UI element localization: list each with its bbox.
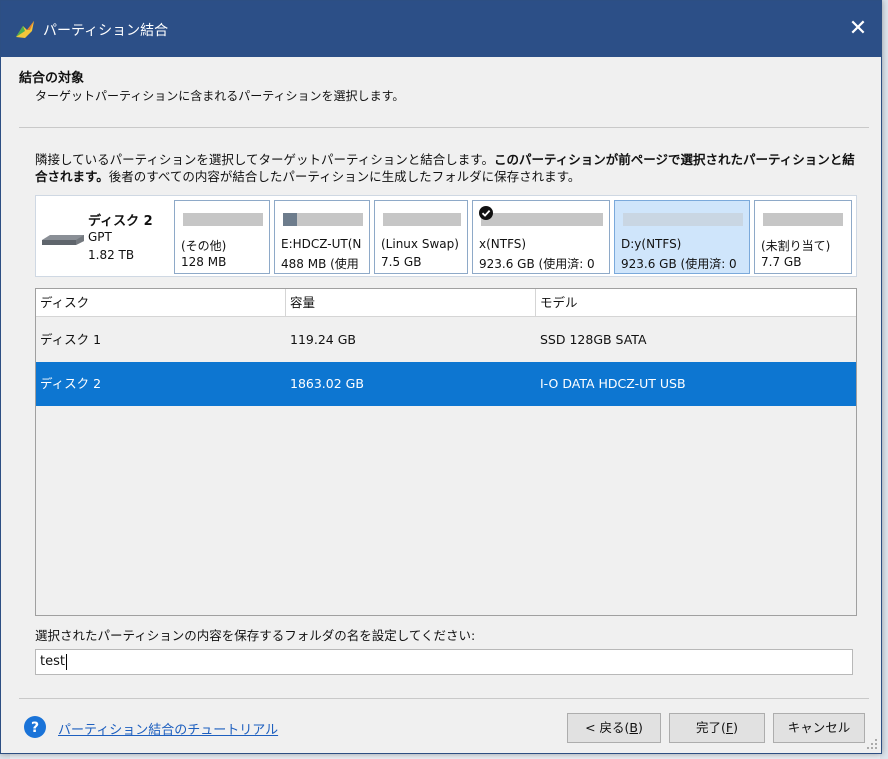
disk-map: ディスク 2 GPT 1.82 TB (その他) 128 MB E:HDCZ-U… <box>35 195 857 277</box>
cell-disk: ディスク 2 <box>40 376 102 391</box>
column-header-disk[interactable]: ディスク <box>36 289 286 316</box>
back-button-label-end: ) <box>638 720 643 735</box>
back-button-label: < 戻る( <box>585 720 630 735</box>
partition-label: D:y(NTFS) <box>621 237 682 251</box>
column-header-model[interactable]: モデル <box>536 289 856 316</box>
close-button[interactable]: ✕ <box>845 15 871 43</box>
partition-label: (未割り当て) <box>761 239 831 253</box>
usage-bar <box>481 213 603 226</box>
checkmark-icon <box>479 206 493 220</box>
back-button-accel: B <box>629 720 638 735</box>
partition-block[interactable]: x(NTFS) 923.6 GB (使用済: 0 <box>472 200 610 274</box>
hard-disk-icon <box>42 235 84 245</box>
finish-button-label: 完了( <box>696 720 726 735</box>
merge-partition-dialog: パーティション結合 ✕ 結合の対象 ターゲットパーティションに含まれるパーティシ… <box>0 0 882 754</box>
partition-detail: 128 MB <box>181 255 227 269</box>
window-title: パーティション結合 <box>43 23 169 39</box>
partition-block[interactable]: (その他) 128 MB <box>174 200 270 274</box>
instruction-part2: 後者のすべての内容が結合したパーティションに生成したフォルダに保存されます。 <box>108 169 581 184</box>
partition-detail: 923.6 GB (使用済: 0 <box>479 257 595 271</box>
cell-model: SSD 128GB SATA <box>540 332 647 347</box>
title-bar[interactable]: パーティション結合 ✕ <box>1 1 881 57</box>
text-caret <box>65 653 67 670</box>
finish-button-accel: F <box>725 720 734 735</box>
instruction-part1: 隣接しているパーティションを選択してターゲットパーティションと結合します。 <box>35 152 495 167</box>
help-icon[interactable]: ? <box>24 716 46 738</box>
tutorial-link[interactable]: パーティション結合のチュートリアル <box>58 719 278 738</box>
partition-detail: 488 MB (使用 <box>281 257 359 271</box>
table-header: ディスク 容量 モデル <box>36 289 856 317</box>
disk-table: ディスク 容量 モデル ディスク 1 119.24 GB SSD 128GB S… <box>35 288 857 616</box>
folder-name-value: test <box>40 654 65 669</box>
partition-label: x(NTFS) <box>479 237 527 251</box>
usage-bar <box>763 213 843 226</box>
cancel-button[interactable]: キャンセル <box>773 713 865 743</box>
disk-info[interactable]: ディスク 2 GPT 1.82 TB <box>36 196 170 276</box>
folder-name-label: 選択されたパーティションの内容を保存するフォルダの名を設定してください: <box>35 628 476 643</box>
resize-grip-icon[interactable] <box>867 739 877 749</box>
step-subtitle: ターゲットパーティションに含まれるパーティションを選択します。 <box>35 89 405 103</box>
partition-label: (Linux Swap) <box>381 237 459 251</box>
partition-block-selected[interactable]: D:y(NTFS) 923.6 GB (使用済: 0 <box>614 200 750 274</box>
table-row[interactable]: ディスク 1 119.24 GB SSD 128GB SATA <box>36 318 856 362</box>
disk-size: 1.82 TB <box>88 248 135 262</box>
partition-block[interactable]: E:HDCZ-UT(N 488 MB (使用 <box>274 200 370 274</box>
usage-bar <box>623 213 743 226</box>
disk-name: ディスク 2 <box>88 214 153 229</box>
partition-block[interactable]: (Linux Swap) 7.5 GB <box>374 200 468 274</box>
disk-type: GPT <box>88 230 112 244</box>
partition-detail: 923.6 GB (使用済: 0 <box>621 257 737 271</box>
cell-capacity: 119.24 GB <box>290 332 356 347</box>
svg-text:?: ? <box>31 720 39 736</box>
partition-label: E:HDCZ-UT(N <box>281 237 362 251</box>
table-row-selected[interactable]: ディスク 2 1863.02 GB I-O DATA HDCZ-UT USB <box>36 362 856 406</box>
usage-bar-fill <box>283 213 298 226</box>
cell-disk: ディスク 1 <box>40 332 102 347</box>
column-header-capacity[interactable]: 容量 <box>286 289 536 316</box>
cell-model: I-O DATA HDCZ-UT USB <box>540 376 686 391</box>
partition-label: (その他) <box>181 239 227 253</box>
folder-name-input[interactable]: test <box>35 649 853 675</box>
usage-bar <box>183 213 263 226</box>
partition-detail: 7.7 GB <box>761 255 802 269</box>
usage-bar <box>283 213 363 226</box>
instruction-text: 隣接しているパーティションを選択してターゲットパーティションと結合します。このパ… <box>35 151 857 185</box>
usage-bar <box>383 213 461 226</box>
step-title: 結合の対象 <box>19 71 85 86</box>
footer-divider <box>19 698 869 699</box>
header-divider <box>19 127 869 128</box>
finish-button[interactable]: 完了(F) <box>669 713 765 743</box>
partition-block[interactable]: (未割り当て) 7.7 GB <box>754 200 852 274</box>
partition-detail: 7.5 GB <box>381 255 422 269</box>
app-logo-icon <box>16 21 34 38</box>
finish-button-label-end: ) <box>733 720 738 735</box>
back-button[interactable]: < 戻る(B) <box>567 713 661 743</box>
cell-capacity: 1863.02 GB <box>290 376 364 391</box>
